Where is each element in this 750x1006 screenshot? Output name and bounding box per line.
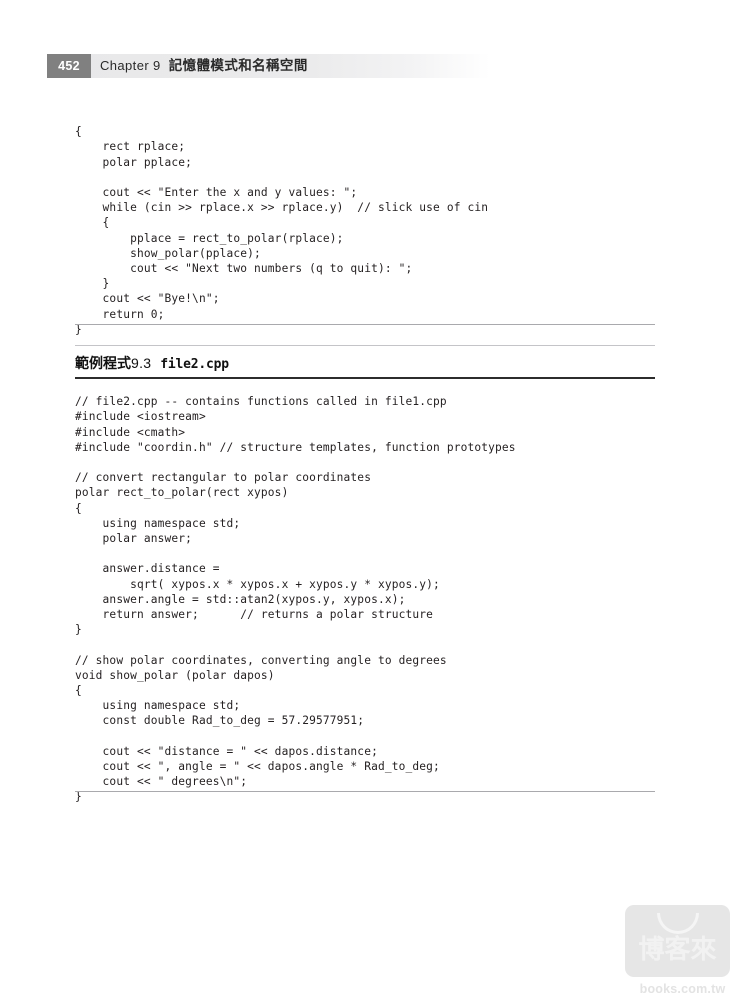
caption-filename: file2.cpp <box>160 357 229 372</box>
page-number: 452 <box>58 59 80 73</box>
watermark-brand-cjk: 博客來 <box>638 935 717 965</box>
rule-above-caption <box>75 345 655 346</box>
caption-label-cjk: 範例程式 <box>75 356 131 372</box>
chapter-title-cjk: 記憶體模式和名稱空間 <box>168 58 308 74</box>
rule-after-listing-1 <box>75 324 655 325</box>
listing-caption: 範例程式9.3 file2.cpp <box>75 353 229 373</box>
caption-number: 9.3 <box>131 355 152 371</box>
rule-after-listing-2 <box>75 791 655 792</box>
page-running-head: 452 Chapter 9 記憶體模式和名稱空間 <box>0 54 750 78</box>
chapter-label: Chapter 9 <box>100 58 161 73</box>
code-listing-file2: // file2.cpp -- contains functions calle… <box>75 395 516 804</box>
chapter-heading: Chapter 9 記憶體模式和名稱空間 <box>100 54 308 78</box>
code-listing-continued: { rect rplace; polar pplace; cout << "En… <box>75 125 489 336</box>
watermark-url: books.com.tw <box>639 982 726 996</box>
watermark-logo: 博客來 <box>625 905 730 977</box>
rule-below-caption <box>75 377 655 379</box>
